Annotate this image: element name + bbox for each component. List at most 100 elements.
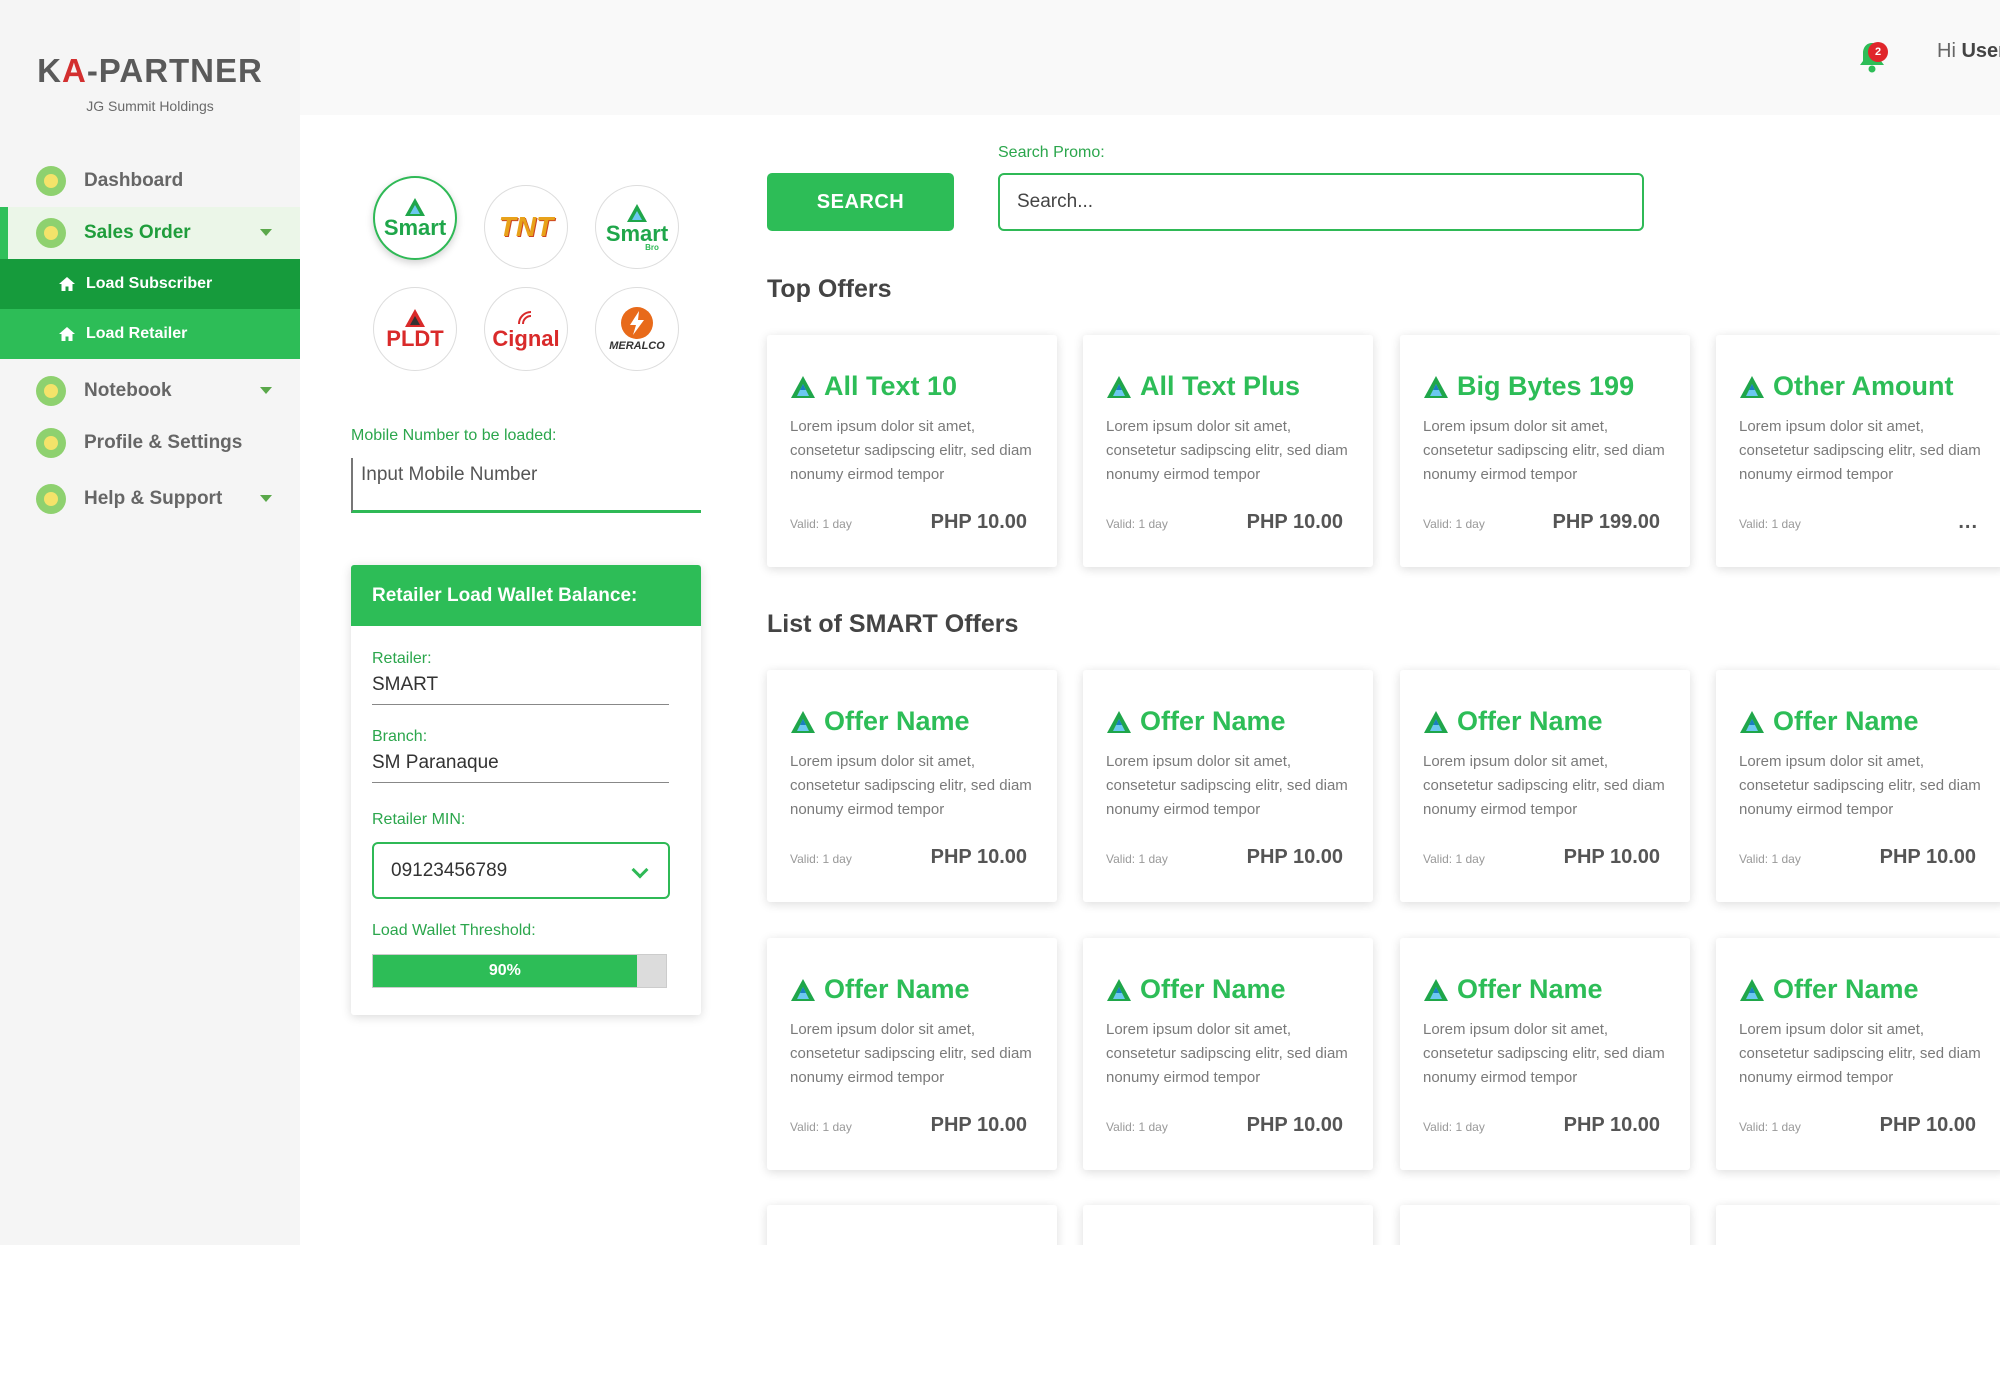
carrier-smart[interactable]: Smart [373, 176, 457, 260]
offer-card[interactable]: Offer Name Lorem ipsum dolor sit amet, co… [767, 670, 1057, 902]
offer-description: Lorem ipsum dolor sit amet, consetetur s… [1423, 753, 1665, 818]
offer-validity: Valid: 1 day [790, 517, 852, 531]
notebook-icon [36, 376, 66, 406]
offer-title: Big Bytes 199 [1423, 371, 1634, 402]
pldt-logo-icon [405, 309, 425, 327]
sidebar-nav: Dashboard Sales Order Load Subscriber Lo… [0, 155, 300, 525]
mobile-number-input[interactable] [351, 458, 701, 513]
offer-price: PHP 199.00 [1552, 511, 1661, 533]
offer-title: Offer Name [1739, 706, 1919, 737]
search-input[interactable] [998, 173, 1644, 231]
brand-name: KA-PARTNER [37, 52, 263, 89]
offer-description: Lorem ipsum dolor sit amet, consetetur s… [1739, 1021, 1981, 1086]
carrier-pldt[interactable]: PLDT [373, 287, 457, 371]
offer-card[interactable]: All Text Plus Lorem ipsum dolor sit amet,… [1083, 335, 1373, 567]
smart-offers-title: List of SMART Offers [767, 610, 1019, 638]
offer-validity: Valid: 1 day [1106, 852, 1168, 866]
carrier-tnt[interactable]: TNT [484, 185, 568, 269]
help-support-icon [36, 484, 66, 514]
smart-triangle-icon [1107, 978, 1131, 1001]
sidebar-item-sales-order[interactable]: Sales Order [0, 207, 300, 259]
offer-card[interactable]: Offer Name Lorem ipsum dolor sit amet, co… [1716, 938, 2000, 1170]
offer-card[interactable]: Offer Name Lorem ipsum dolor sit amet, co… [1400, 938, 1690, 1170]
offer-card[interactable]: Offer Name Lorem ipsum dolor sit amet, co… [1083, 938, 1373, 1170]
offer-card-partial[interactable] [767, 1205, 1057, 1245]
search-promo-label: Search Promo: [998, 144, 1105, 161]
offer-title: Offer Name [1423, 974, 1603, 1005]
smart-triangle-icon [1107, 710, 1131, 733]
offer-description: Lorem ipsum dolor sit amet, consetetur s… [1423, 418, 1665, 483]
dashboard-icon [36, 166, 66, 196]
brand-subtitle: JG Summit Holdings [86, 98, 214, 114]
wallet-panel-title: Retailer Load Wallet Balance: [351, 565, 701, 626]
offer-validity: Valid: 1 day [1106, 1120, 1168, 1134]
offer-description: Lorem ipsum dolor sit amet, consetetur s… [790, 753, 1032, 818]
offer-validity: Valid: 1 day [1739, 1120, 1801, 1134]
offer-card-partial[interactable] [1083, 1205, 1373, 1245]
offer-card[interactable]: Offer Name Lorem ipsum dolor sit amet, co… [767, 938, 1057, 1170]
sidebar-item-help-support[interactable]: Help & Support [0, 473, 300, 525]
offer-price: PHP 10.00 [1246, 1114, 1343, 1136]
smart-triangle-icon [1424, 375, 1448, 398]
offer-price: PHP 10.00 [1879, 1114, 1976, 1136]
carrier-cignal[interactable]: Cignal [484, 287, 568, 371]
offer-description: Lorem ipsum dolor sit amet, consetetur s… [1739, 753, 1981, 818]
offer-price: PHP 10.00 [1879, 846, 1976, 868]
offer-price: PHP 10.00 [1246, 511, 1343, 533]
branch-value: SM Paranaque [372, 752, 669, 783]
smart-triangle-icon [1424, 978, 1448, 1001]
smart-triangle-icon [405, 198, 425, 216]
smart-triangle-icon [1740, 978, 1764, 1001]
offer-card-partial[interactable] [1716, 1205, 2000, 1245]
offer-card[interactable]: Big Bytes 199 Lorem ipsum dolor sit amet,… [1400, 335, 1690, 567]
more-options-icon[interactable]: ... [1958, 511, 1978, 534]
offer-validity: Valid: 1 day [1423, 852, 1485, 866]
retailer-value: SMART [372, 674, 669, 705]
carrier-meralco[interactable]: MERALCO [595, 287, 679, 371]
profile-settings-icon [36, 428, 66, 458]
retailer-field: Retailer: SMART [372, 650, 669, 705]
search-button[interactable]: SEARCH [767, 173, 954, 231]
offer-card[interactable]: Other Amount Lorem ipsum dolor sit amet, … [1716, 335, 2000, 567]
chevron-down-icon [260, 387, 272, 394]
smart-triangle-icon [1740, 375, 1764, 398]
offer-title: Offer Name [1739, 974, 1919, 1005]
offer-description: Lorem ipsum dolor sit amet, consetetur s… [1106, 1021, 1348, 1086]
sidebar-item-load-retailer[interactable]: Load Retailer [0, 309, 300, 359]
user-greeting[interactable]: Hi User [1937, 40, 2000, 63]
offer-validity: Valid: 1 day [790, 852, 852, 866]
retailer-min-select[interactable]: 09123456789 [372, 842, 670, 899]
sidebar-item-dashboard[interactable]: Dashboard [0, 155, 300, 207]
offer-description: Lorem ipsum dolor sit amet, consetetur s… [790, 418, 1032, 483]
offer-card[interactable]: All Text 10 Lorem ipsum dolor sit amet, c… [767, 335, 1057, 567]
notification-badge: 2 [1868, 42, 1888, 62]
smart-triangle-icon [627, 203, 647, 222]
carrier-smart-bro[interactable]: Smart Bro [595, 185, 679, 269]
offer-title: Other Amount [1739, 371, 1953, 402]
retailer-wallet-panel: Retailer Load Wallet Balance: Retailer: … [351, 565, 701, 1015]
smart-triangle-icon [791, 375, 815, 398]
offer-validity: Valid: 1 day [1106, 517, 1168, 531]
signal-waves-icon [518, 311, 532, 325]
offer-card[interactable]: Offer Name Lorem ipsum dolor sit amet, co… [1716, 670, 2000, 902]
sidebar-item-notebook[interactable]: Notebook [0, 365, 300, 417]
offer-description: Lorem ipsum dolor sit amet, consetetur s… [1739, 418, 1981, 483]
offer-card-partial[interactable] [1400, 1205, 1690, 1245]
chevron-down-icon [631, 861, 649, 879]
sidebar-item-profile-settings[interactable]: Profile & Settings [0, 417, 300, 469]
offer-card[interactable]: Offer Name Lorem ipsum dolor sit amet, co… [1083, 670, 1373, 902]
offer-validity: Valid: 1 day [1423, 1120, 1485, 1134]
offer-card[interactable]: Offer Name Lorem ipsum dolor sit amet, co… [1400, 670, 1690, 902]
offer-price: PHP 10.00 [930, 1114, 1027, 1136]
smart-triangle-icon [1424, 710, 1448, 733]
smart-triangle-icon [791, 978, 815, 1001]
sidebar-item-load-subscriber[interactable]: Load Subscriber [0, 259, 300, 309]
top-offers-title: Top Offers [767, 275, 892, 303]
offer-description: Lorem ipsum dolor sit amet, consetetur s… [790, 1021, 1032, 1086]
home-icon [59, 327, 75, 341]
threshold-progress-bar: 90% [372, 954, 667, 988]
offer-price: PHP 10.00 [1563, 1114, 1660, 1136]
smart-triangle-icon [1740, 710, 1764, 733]
mobile-number-label: Mobile Number to be loaded: [351, 427, 557, 444]
smart-triangle-icon [791, 710, 815, 733]
